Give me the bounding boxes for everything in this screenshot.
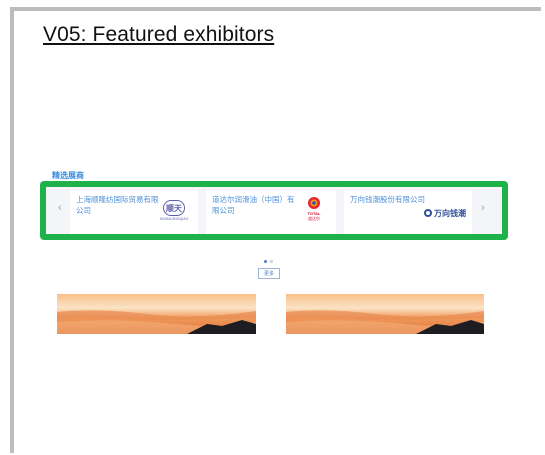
pagination-dot-active[interactable] <box>264 260 267 263</box>
banner-image-left <box>57 294 256 334</box>
section-title: 精选展商 <box>52 171 84 180</box>
banner-image-right <box>286 294 484 334</box>
carousel-pagination <box>264 260 273 263</box>
slide-title: V05: Featured exhibitors <box>43 23 275 46</box>
pagination-dot[interactable] <box>270 260 273 263</box>
highlight-box <box>40 181 508 240</box>
more-button[interactable]: 更多 <box>258 268 280 279</box>
